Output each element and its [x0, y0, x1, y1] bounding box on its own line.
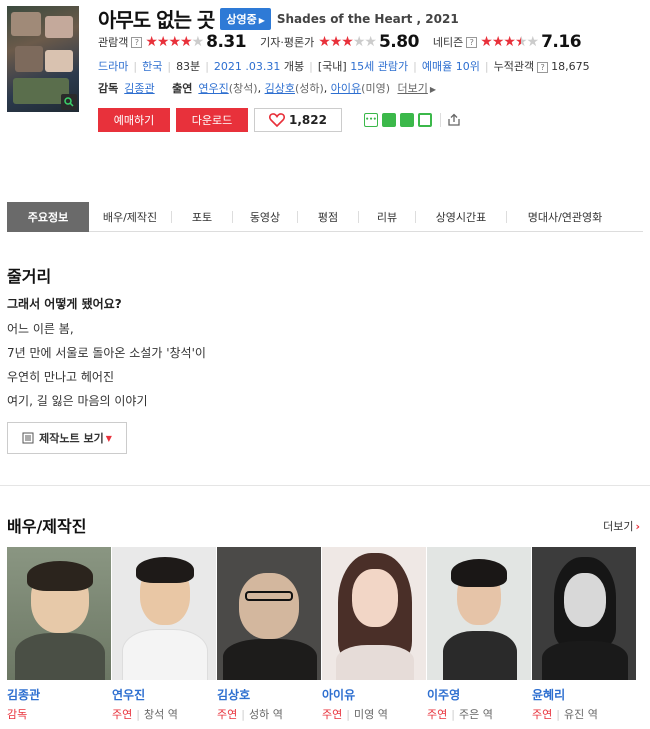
person-role: 주연 | 유진 역 [532, 708, 598, 721]
cast-card[interactable]: 김종관 감독 [7, 547, 111, 722]
person-photo[interactable] [217, 547, 321, 680]
person-name[interactable]: 이주영 [427, 686, 531, 703]
synopsis-line: 7년 만에 서울로 돌아온 소설가 '창석'이 [7, 346, 206, 360]
person-photo[interactable] [427, 547, 531, 680]
ratings-row: 관람객 ? ★★★★★ 8.31 기자·평론가 ★★★★★ 5.80 네티즌 ?… [98, 32, 595, 52]
share-icon[interactable] [447, 113, 461, 127]
cast-card[interactable]: 이주영 주연 | 주은 역 [427, 547, 531, 722]
blog-share-icon[interactable] [382, 113, 396, 127]
movie-title: 아무도 없는 곳 [98, 8, 215, 32]
cast-link[interactable]: 아이유 [331, 82, 361, 95]
heart-icon [269, 113, 286, 127]
credits-more-link[interactable]: 더보기 [397, 82, 427, 95]
person-name[interactable]: 아이유 [322, 686, 426, 703]
cast-card[interactable]: 윤혜리 주연 | 유진 역 [532, 547, 636, 722]
chevron-right-icon: › [635, 520, 640, 533]
critic-rating: 기자·평론가 ★★★★★ 5.80 [260, 32, 419, 52]
director-link[interactable]: 김종관 [124, 82, 154, 95]
cast-card[interactable]: 아이유 주연 | 미영 역 [322, 547, 426, 722]
person-role: 주연 | 창석 역 [112, 708, 178, 721]
bookmark-share-icon[interactable] [418, 113, 432, 127]
movie-info: 드라마 | 한국 | 83분 | 2021 .03.31 개봉 | [국내] 15세 관람가 | 예… [98, 60, 590, 73]
booking-rank-link[interactable]: 예매율 10위 [422, 60, 480, 73]
reserve-button[interactable]: 예매하기 [98, 108, 170, 132]
movie-poster[interactable] [7, 6, 79, 112]
synopsis-line: 우연히 만나고 헤어진 [7, 370, 114, 384]
person-role: 주연 | 주은 역 [427, 708, 493, 721]
person-photo[interactable] [532, 547, 636, 680]
magnify-icon[interactable] [61, 94, 77, 110]
section-divider [0, 485, 650, 486]
cast-card[interactable]: 김상호 주연 | 성하 역 [217, 547, 321, 722]
synopsis-line: 어느 이른 봄, [7, 322, 74, 336]
cast-more-link[interactable]: 더보기 › [603, 518, 640, 534]
person-role: 감독 [7, 708, 28, 721]
person-name[interactable]: 김종관 [7, 686, 111, 703]
tab-video[interactable]: 동영상 [233, 202, 297, 232]
netizen-rating: 네티즌 ? ★★★★★ 7.16 [432, 32, 582, 52]
genre-link[interactable]: 드라마 [98, 60, 128, 73]
person-photo[interactable] [7, 547, 111, 680]
star-rating: ★★★★★ [145, 34, 204, 50]
status-badge[interactable]: 상영중 ▶ [220, 7, 271, 30]
caret-down-icon: ▼ [105, 433, 112, 443]
tab-rating[interactable]: 평점 [298, 202, 358, 232]
country-link[interactable]: 한국 [142, 60, 162, 73]
cumulative-audience: 18,675 [551, 60, 590, 73]
like-button[interactable]: 1,822 [254, 108, 342, 132]
release-date-link[interactable]: 2021 .03.31 [214, 60, 280, 73]
synopsis-line: 여기, 길 잃은 마음의 이야기 [7, 394, 148, 408]
tab-photo[interactable]: 포토 [172, 202, 232, 232]
person-photo[interactable] [112, 547, 216, 680]
person-name[interactable]: 윤혜리 [532, 686, 636, 703]
share-icons: ••• [364, 113, 461, 127]
document-icon [22, 432, 34, 444]
person-name[interactable]: 연우진 [112, 686, 216, 703]
synopsis-heading: 줄거리 [7, 267, 52, 286]
action-bar: 예매하기 다운로드 1,822 ••• [98, 108, 461, 132]
like-count: 1,822 [289, 113, 327, 127]
cast-link[interactable]: 연우진 [198, 82, 228, 95]
cafe-share-icon[interactable] [400, 113, 414, 127]
person-photo[interactable] [322, 547, 426, 680]
person-role: 주연 | 미영 역 [322, 708, 388, 721]
age-rating-link[interactable]: 15세 관람가 [350, 60, 408, 73]
person-name[interactable]: 김상호 [217, 686, 321, 703]
person-role: 주연 | 성하 역 [217, 708, 283, 721]
tab-cast-crew[interactable]: 배우/제작진 [89, 202, 171, 232]
naver-band-share-icon[interactable]: ••• [364, 113, 378, 127]
runtime: 83분 [176, 60, 201, 73]
tab-bar: 주요정보 배우/제작진 포토 동영상 평점 리뷰 상영시간표 명대사/연관영화 [7, 202, 643, 232]
chevron-right-icon: ▶ [429, 85, 437, 94]
title-row: 아무도 없는 곳 상영중 ▶ Shades of the Heart , 2021 [98, 4, 459, 33]
english-title: Shades of the Heart , 2021 [276, 11, 459, 26]
tab-review[interactable]: 리뷰 [359, 202, 415, 232]
tab-showtimes[interactable]: 상영시간표 [416, 202, 506, 232]
star-rating: ★★★★★ [480, 34, 539, 50]
help-icon[interactable]: ? [131, 36, 143, 48]
audience-rating: 관람객 ? ★★★★★ 8.31 [98, 32, 247, 52]
chevron-right-icon: ▶ [258, 15, 265, 25]
star-rating: ★★★★★ [318, 34, 377, 50]
production-note-button[interactable]: 제작노트 보기 ▼ [7, 422, 127, 454]
cast-link[interactable]: 김상호 [265, 82, 295, 95]
cast-heading: 배우/제작진 [7, 517, 87, 536]
help-icon[interactable]: ? [466, 36, 478, 48]
download-button[interactable]: 다운로드 [176, 108, 248, 132]
tab-main-info[interactable]: 주요정보 [7, 202, 89, 232]
help-icon[interactable]: ? [537, 62, 549, 73]
cast-card[interactable]: 연우진 주연 | 창석 역 [112, 547, 216, 722]
tab-quotes-related[interactable]: 명대사/연관영화 [507, 202, 623, 232]
synopsis-lead: 그래서 어떻게 됐어요? [7, 297, 122, 311]
credits-row: 감독 김종관 출연 연우진(창석), 김상호(성하), 아이유(미영) 더보기 ▶ [98, 82, 437, 95]
